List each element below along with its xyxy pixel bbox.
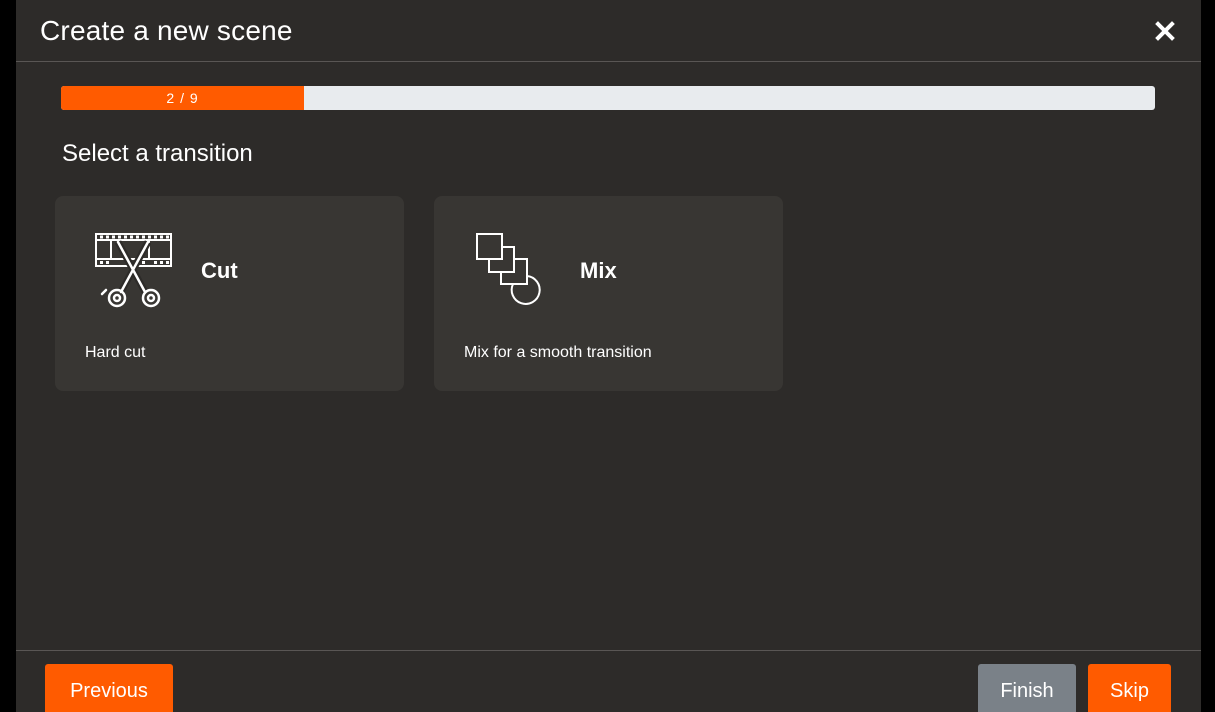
overlapping-shapes-icon (472, 230, 556, 314)
progress-label: 2 / 9 (166, 90, 199, 106)
film-scissors-icon (93, 230, 177, 314)
skip-button[interactable]: Skip (1088, 664, 1171, 712)
progress-fill: 2 / 9 (61, 86, 305, 110)
dialog-title: Create a new scene (40, 15, 293, 46)
transition-option-mix[interactable]: Mix Mix for a smooth transition (434, 196, 783, 391)
create-scene-dialog: Create a new scene 2 / 9 Select a transi… (16, 0, 1201, 712)
finish-button[interactable]: Finish (978, 664, 1076, 712)
option-description: Hard cut (85, 344, 146, 361)
footer-divider (16, 650, 1201, 651)
option-title: Cut (201, 258, 238, 283)
dialog-header: Create a new scene (16, 0, 1201, 62)
step-heading: Select a transition (62, 140, 253, 167)
wizard-progress-bar: 2 / 9 (61, 86, 1155, 110)
previous-button[interactable]: Previous (45, 664, 173, 712)
option-description: Mix for a smooth transition (464, 344, 652, 361)
close-icon (1155, 21, 1175, 41)
transition-option-cut[interactable]: Cut Hard cut (55, 196, 404, 391)
option-title: Mix (580, 258, 617, 283)
close-button[interactable] (1152, 18, 1178, 44)
